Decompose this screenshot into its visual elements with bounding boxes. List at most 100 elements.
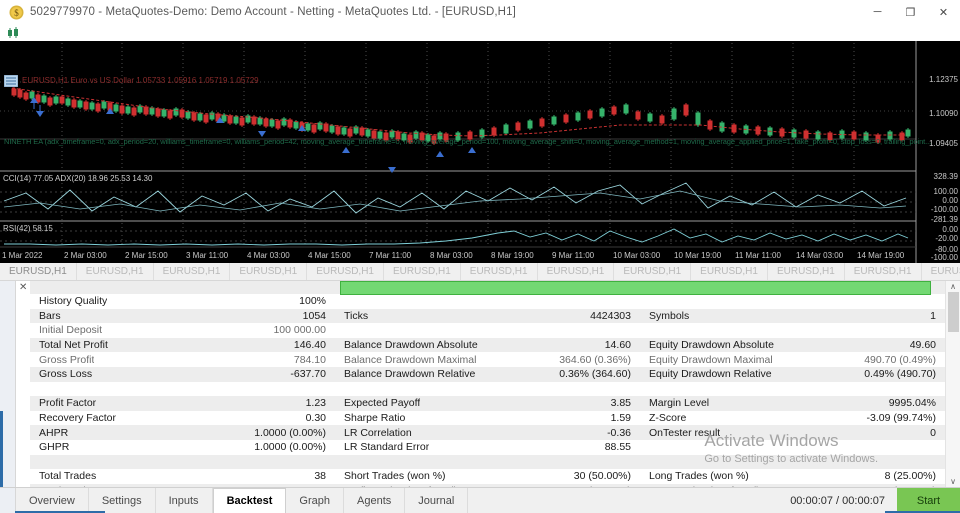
stat-cell: Gross Loss -637.70 [30,366,335,382]
time-tick: 3 Mar 11:00 [186,251,229,260]
stat-spacer-row [30,454,335,470]
price-tick: 100.00 [933,187,958,196]
report-scrollbar[interactable]: ∧ ∨ [945,281,960,487]
chart-tab-strip[interactable]: EURUSD,H1 EURUSD,H1 EURUSD,H1 EURUSD,H1 … [0,263,960,281]
stat-value: -0.36 [607,426,631,439]
stat-cell: History Quality 100% [30,294,335,309]
tab-graph[interactable]: Graph [286,488,344,513]
chart-tab[interactable]: EURUSD,H1 [0,263,77,280]
strategy-tester-vertical-tab[interactable]: Strategy Tester [0,281,16,487]
price-tick: 0.00 [942,225,958,234]
tester-tabs: Overview Settings Inputs Backtest Graph … [16,488,469,513]
tab-overview[interactable]: Overview [16,488,89,513]
stat-cell: AHPR 1.0000 (0.00%) [30,425,335,440]
stat-value: 3.85 [610,397,631,410]
stat-key: Short Trades (won %) [344,470,446,483]
panel-close-column: ✕ [16,281,30,487]
test-timing-readout: 00:00:07 / 00:00:07 [790,494,885,507]
chart-tab[interactable]: EURUSD,H1 [384,263,461,280]
stat-cell: LR Standard Error 88.55 [335,440,640,455]
stat-key: Ticks [344,309,369,322]
stat-cell [640,323,945,338]
tab-inputs[interactable]: Inputs [156,488,213,513]
price-tick: 0.00 [942,196,958,205]
tab-backtest[interactable]: Backtest [212,488,287,513]
stat-key: Gross Profit [39,353,95,366]
stat-value: 88.55 [604,441,631,454]
stat-key: Symbols [649,309,690,322]
stat-cell: Recovery Factor 0.30 [30,411,335,426]
stat-value: 1054 [302,309,326,322]
stat-value: 4424303 [590,309,631,322]
price-tick: 1.10090 [929,109,958,118]
scroll-up-icon[interactable]: ∧ [950,282,956,291]
stat-cell: Sharpe Ratio 1.59 [335,411,640,426]
chart-tab[interactable]: EURUSD,H1 [461,263,538,280]
time-tick: 10 Mar 03:00 [613,251,661,260]
price-tick: -20.00 [935,234,958,243]
stat-value: 0.30 [305,412,326,425]
chart-symbol-label: EURUSD,H1 Euro vs US Dollar 1.05733 1.05… [22,76,259,85]
cci-adx-indicator-label: CCI(14) 77.05 ADX(20) 18.96 25.53 14.30 [3,174,153,183]
candlestick-icon[interactable] [6,27,20,39]
svg-text:$: $ [14,8,19,18]
stat-value: 14.60 [604,339,631,352]
stat-cell: Ticks 4424303 [335,308,640,324]
time-tick: 9 Mar 11:00 [552,251,595,260]
stat-cell: LR Correlation -0.36 [335,425,640,440]
history-quality-bar-row [30,281,945,295]
stat-cell: GHPR 1.0000 (0.00%) [30,440,335,455]
stat-value: 9995.04% [888,397,936,410]
stat-value: -3.09 (99.74%) [866,412,936,425]
restore-button[interactable]: ❐ [894,0,927,24]
stat-cell [335,294,640,309]
stat-key: Profit Factor [39,397,97,410]
stat-value: 38 [314,470,326,483]
stat-cell [640,294,945,309]
scrollbar-thumb[interactable] [947,292,959,332]
chart-tab[interactable]: EURUSD,H1 [922,263,960,280]
time-axis[interactable]: 1 Mar 2022 2 Mar 03:00 2 Mar 15:00 3 Mar… [0,250,916,263]
chart-canvas[interactable] [0,41,960,263]
stat-value: 49.60 [909,339,936,352]
stat-key: Balance Drawdown Absolute [344,339,478,352]
stat-key: History Quality [39,295,108,308]
chart-tab[interactable]: EURUSD,H1 [691,263,768,280]
price-tick: -100.00 [930,253,958,262]
stat-key: GHPR [39,441,70,454]
tab-journal[interactable]: Journal [405,488,469,513]
chart-tab[interactable]: EURUSD,H1 [307,263,384,280]
chart-tab[interactable]: EURUSD,H1 [538,263,615,280]
price-chart[interactable]: EURUSD,H1 Euro vs US Dollar 1.05733 1.05… [0,41,960,263]
stat-key: Long Trades (won %) [649,470,749,483]
chart-tab[interactable]: EURUSD,H1 [230,263,308,280]
main-toolbar [0,25,960,41]
stat-value: 100 000.00 [273,324,326,337]
chart-tab[interactable]: EURUSD,H1 [77,263,154,280]
stat-key: Total Net Profit [39,339,108,352]
chart-tab[interactable]: EURUSD,H1 [768,263,845,280]
start-button[interactable]: Start [897,488,960,513]
chart-tab[interactable]: EURUSD,H1 [614,263,692,280]
close-icon[interactable]: ✕ [19,283,27,293]
stat-key: LR Correlation [344,426,412,439]
close-button[interactable]: ✕ [927,0,960,24]
stat-value: 1.0000 (0.00%) [254,426,326,439]
chart-tab[interactable]: EURUSD,H1 [154,263,231,280]
price-tick: 1.12375 [929,75,958,84]
window-controls: ─ ❐ ✕ [861,0,960,24]
stat-key: Margin Level [649,397,710,410]
minimize-button[interactable]: ─ [861,0,894,24]
price-tick: 328.39 [933,172,958,181]
chart-tab[interactable]: EURUSD,H1 [845,263,922,280]
stat-key: LR Standard Error [344,441,430,454]
stat-value: 1 [930,309,936,322]
stat-cell: Bars 1054 [30,308,335,324]
stat-key: Z-Score [649,412,687,425]
tab-agents[interactable]: Agents [344,488,406,513]
price-scale[interactable]: 1.12375 1.10090 1.09405 328.39 100.00 0.… [916,41,960,263]
scroll-down-icon[interactable]: ∨ [950,477,956,486]
stat-value: 100% [299,295,326,308]
stat-cell: Initial Deposit 100 000.00 [30,323,335,338]
tab-settings[interactable]: Settings [89,488,156,513]
